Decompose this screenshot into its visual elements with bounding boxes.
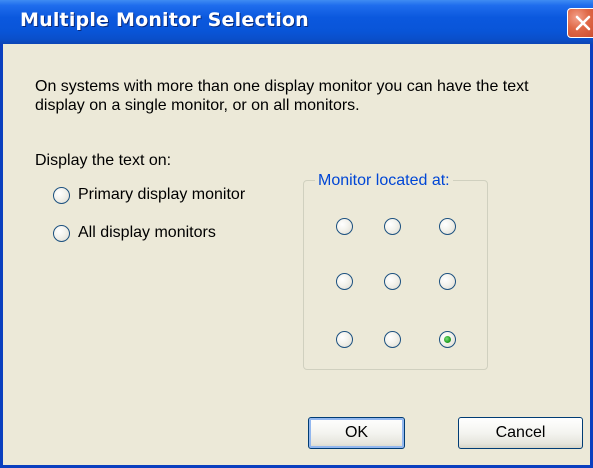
monitor-position-radio-r3-c3[interactable] [439,331,456,348]
display-text-on-label: Display the text on: [35,152,172,169]
description-text: On systems with more than one display mo… [35,78,529,114]
monitor-position-radio-r2-c3[interactable] [439,273,456,290]
ok-button[interactable]: OK [308,417,405,449]
title-bar[interactable]: Multiple Monitor Selection [0,0,593,44]
primary-display-radio[interactable] [53,186,70,204]
all-displays-label: All display monitors [78,224,216,241]
close-button[interactable] [567,8,593,38]
window-title: Multiple Monitor Selection [20,9,309,31]
close-x-icon [575,15,591,31]
monitor-position-radio-r3-c1[interactable] [336,331,353,348]
monitor-position-radio-r1-c1[interactable] [336,218,353,235]
all-displays-option[interactable]: All display monitors [53,222,216,244]
cancel-button[interactable]: Cancel [458,417,583,449]
monitor-position-radio-r1-c3[interactable] [439,218,456,235]
primary-display-label: Primary display monitor [78,186,246,203]
all-displays-radio[interactable] [53,224,70,242]
monitor-position-radio-r2-c1[interactable] [336,273,353,290]
monitor-location-legend: Monitor located at: [315,171,453,190]
monitor-position-radio-r1-c2[interactable] [384,218,401,235]
primary-display-option[interactable]: Primary display monitor [53,184,245,206]
dialog-window: Multiple Monitor Selection On systems wi… [0,0,593,468]
monitor-position-radio-r2-c2[interactable] [384,273,401,290]
monitor-position-radio-r3-c2[interactable] [384,331,401,348]
